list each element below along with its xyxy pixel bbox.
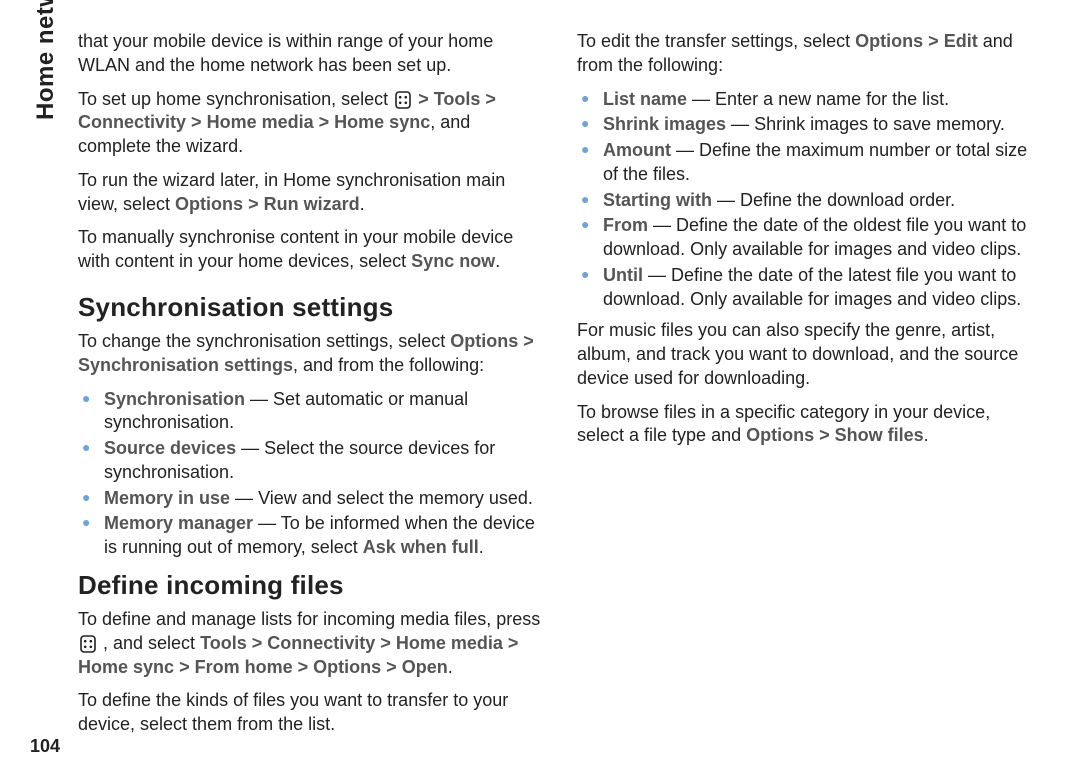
path-separator: > — [386, 657, 397, 677]
path-separator: > — [179, 657, 190, 677]
paragraph: To change the synchronisation settings, … — [78, 330, 541, 378]
text: , and from the following: — [293, 355, 484, 375]
text: . — [495, 251, 500, 271]
path-separator: > — [485, 89, 496, 109]
text: To edit the transfer settings, select — [577, 31, 855, 51]
heading-sync-settings: Synchronisation settings — [78, 290, 541, 324]
list-item-term: Shrink images — [603, 114, 726, 134]
list-item: Starting with — Define the download orde… — [581, 189, 1040, 213]
list-item-term: List name — [603, 89, 687, 109]
home-key-icon — [395, 91, 411, 109]
list-item: Memory manager — To be informed when the… — [82, 512, 541, 560]
text: . — [479, 537, 484, 557]
list-item: Amount — Define the maximum number or to… — [581, 139, 1040, 187]
path-separator: > — [928, 31, 939, 51]
paragraph: To set up home synchronisation, select >… — [78, 88, 541, 159]
list-item-desc: Define the date of the latest file you w… — [603, 265, 1021, 309]
list-item-term: Until — [603, 265, 643, 285]
menu-path-item: From home — [195, 657, 293, 677]
paragraph: To edit the transfer settings, select Op… — [577, 30, 1040, 78]
list-item-term: Starting with — [603, 190, 712, 210]
paragraph: To define and manage lists for incoming … — [78, 608, 541, 679]
list-item-term: Memory manager — [104, 513, 253, 533]
paragraph: To define the kinds of files you want to… — [78, 689, 541, 737]
paragraph: To run the wizard later, in Home synchro… — [78, 169, 541, 217]
list-item-desc: Define the download order. — [740, 190, 955, 210]
list-item-desc: Shrink images to save memory. — [754, 114, 1005, 134]
paragraph: To browse files in a specific category i… — [577, 401, 1040, 449]
text: , and select — [98, 633, 200, 653]
menu-path-item: Options — [855, 31, 923, 51]
path-separator: > — [191, 112, 202, 132]
text: . — [448, 657, 453, 677]
path-separator: > — [380, 633, 391, 653]
list-item: List name — Enter a new name for the lis… — [581, 88, 1040, 112]
text: . — [924, 425, 929, 445]
list-item-desc: Define the date of the oldest file you w… — [603, 215, 1026, 259]
menu-path-item: Run wizard — [264, 194, 360, 214]
list-item: Source devices — Select the source devic… — [82, 437, 541, 485]
heading-define-incoming: Define incoming files — [78, 568, 541, 602]
path-separator: > — [252, 633, 263, 653]
list-item-bold: Ask when full — [363, 537, 479, 557]
list-item-term: Amount — [603, 140, 671, 160]
path-separator: > — [298, 657, 309, 677]
menu-path-item: Connectivity — [78, 112, 186, 132]
path-separator: > — [248, 194, 259, 214]
sync-settings-list: Synchronisation — Set automatic or manua… — [78, 388, 541, 560]
text: To define and manage lists for incoming … — [78, 609, 540, 629]
path-separator: > — [523, 331, 534, 351]
menu-path-item: Show files — [835, 425, 924, 445]
menu-path-item: Tools — [434, 89, 481, 109]
menu-path-item: Edit — [944, 31, 978, 51]
list-item-term: Source devices — [104, 438, 236, 458]
home-key-icon — [80, 635, 96, 653]
menu-path-item: Options — [175, 194, 243, 214]
text: To change the synchronisation settings, … — [78, 331, 450, 351]
menu-path-item: Options — [746, 425, 814, 445]
list-item: Until — Define the date of the latest fi… — [581, 264, 1040, 312]
menu-path-item: Home media — [396, 633, 503, 653]
page-body: that your mobile device is within range … — [0, 0, 1080, 779]
list-item: Synchronisation — Set automatic or manua… — [82, 388, 541, 436]
paragraph: that your mobile device is within range … — [78, 30, 541, 78]
path-separator: > — [319, 112, 330, 132]
path-separator: > — [418, 89, 429, 109]
menu-path-item: Synchronisation settings — [78, 355, 293, 375]
text: . — [360, 194, 365, 214]
menu-path-item: Options — [450, 331, 518, 351]
list-item: From — Define the date of the oldest fil… — [581, 214, 1040, 262]
list-item: Memory in use — View and select the memo… — [82, 487, 541, 511]
list-item-desc: View and select the memory used. — [258, 488, 533, 508]
menu-path-item: Tools — [200, 633, 247, 653]
menu-path-item: Connectivity — [267, 633, 375, 653]
path-separator: > — [508, 633, 519, 653]
menu-path-item: Open — [402, 657, 448, 677]
paragraph: For music files you can also specify the… — [577, 319, 1040, 390]
menu-path-item: Options — [313, 657, 381, 677]
menu-path-item: Sync now — [411, 251, 495, 271]
text: To set up home synchronisation, select — [78, 89, 393, 109]
list-item-desc: Enter a new name for the list. — [715, 89, 949, 109]
paragraph: To manually synchronise content in your … — [78, 226, 541, 274]
menu-path-item: Home sync — [334, 112, 430, 132]
menu-path-item: Home sync — [78, 657, 174, 677]
path-separator: > — [819, 425, 830, 445]
list-item: Shrink images — Shrink images to save me… — [581, 113, 1040, 137]
incoming-files-list: List name — Enter a new name for the lis… — [577, 88, 1040, 312]
list-item-term: Memory in use — [104, 488, 230, 508]
menu-path-item: Home media — [207, 112, 314, 132]
list-item-term: From — [603, 215, 648, 235]
list-item-term: Synchronisation — [104, 389, 245, 409]
